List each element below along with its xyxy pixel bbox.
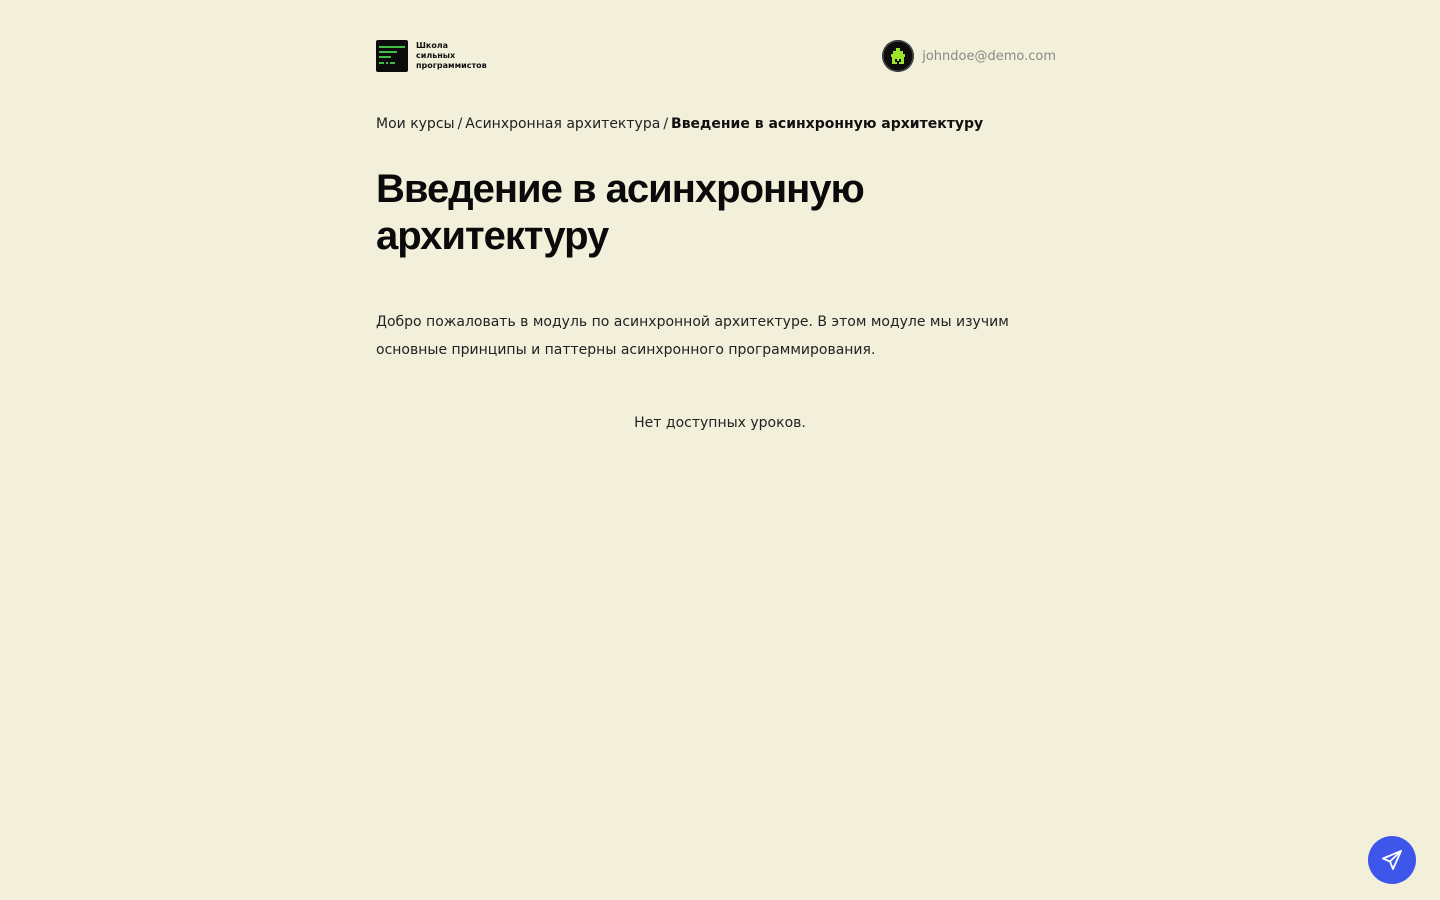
breadcrumb: Мои курсы / Асинхронная архитектура / Введен… (376, 114, 983, 134)
logo-line-2: сильных (416, 51, 456, 60)
user-email[interactable]: johndoe@demo.com (922, 49, 1056, 64)
breadcrumb-item-async-architecture[interactable]: Асинхронная архитектура (465, 116, 660, 132)
user-menu[interactable]: johndoe@demo.com (882, 40, 1056, 72)
page-title: Введение в асинхронную архитектуру (376, 167, 865, 258)
breadcrumb-current: Введение в асинхронную архитектуру (671, 116, 984, 132)
breadcrumb-separator: / (663, 116, 669, 132)
page: Школа сильных программистов johndoe@demo (0, 0, 1440, 900)
logo-line-3: программистов (416, 61, 487, 70)
header: Школа сильных программистов johndoe@demo (376, 40, 1056, 72)
telegram-chat-button[interactable] (1368, 836, 1416, 884)
paper-plane-icon (1382, 850, 1402, 870)
breadcrumb-item-my-courses[interactable]: Мои курсы (376, 116, 455, 132)
logo-line-1: Школа (416, 41, 449, 50)
avatar[interactable] (882, 40, 915, 72)
logo-text: Школа сильных программистов (416, 41, 487, 71)
module-description: Добро пожаловать в модуль по асинхронной… (376, 314, 1009, 358)
terminal-lines-logo-icon (376, 40, 408, 72)
site-logo[interactable]: Школа сильных программистов (376, 40, 487, 72)
breadcrumb-separator: / (457, 116, 463, 132)
pixel-house-avatar-icon (882, 40, 914, 72)
empty-lessons-message: Нет доступных уроков. (634, 415, 806, 431)
